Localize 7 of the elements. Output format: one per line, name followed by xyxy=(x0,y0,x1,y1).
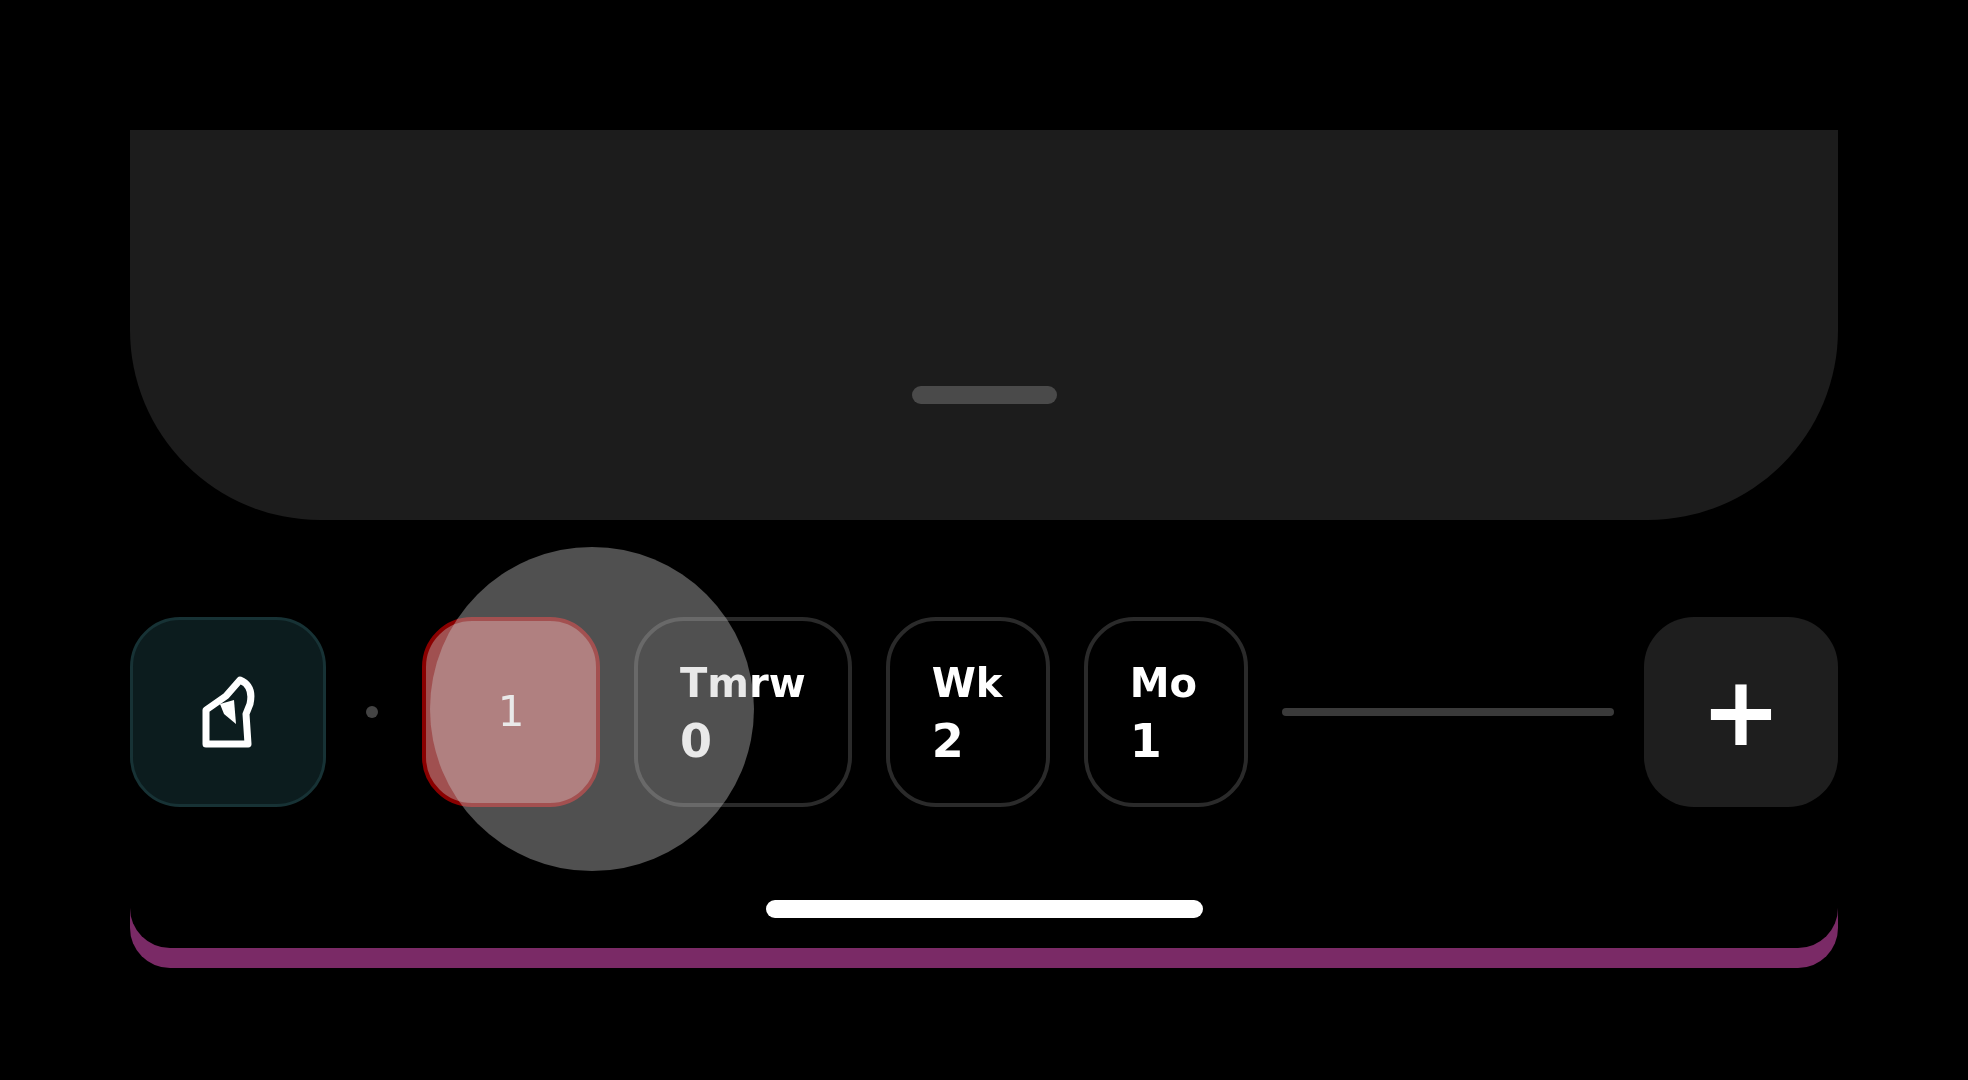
tag-button[interactable] xyxy=(130,616,326,807)
filter-chip[interactable]: Wk 2 xyxy=(885,616,1050,807)
add-button[interactable]: + xyxy=(1644,616,1838,807)
separator-dot-icon xyxy=(366,705,378,718)
filter-chip[interactable]: Mo 1 xyxy=(1083,616,1248,807)
filter-chip[interactable]: Tmrw 0 xyxy=(634,616,852,807)
drag-handle[interactable] xyxy=(911,386,1057,404)
